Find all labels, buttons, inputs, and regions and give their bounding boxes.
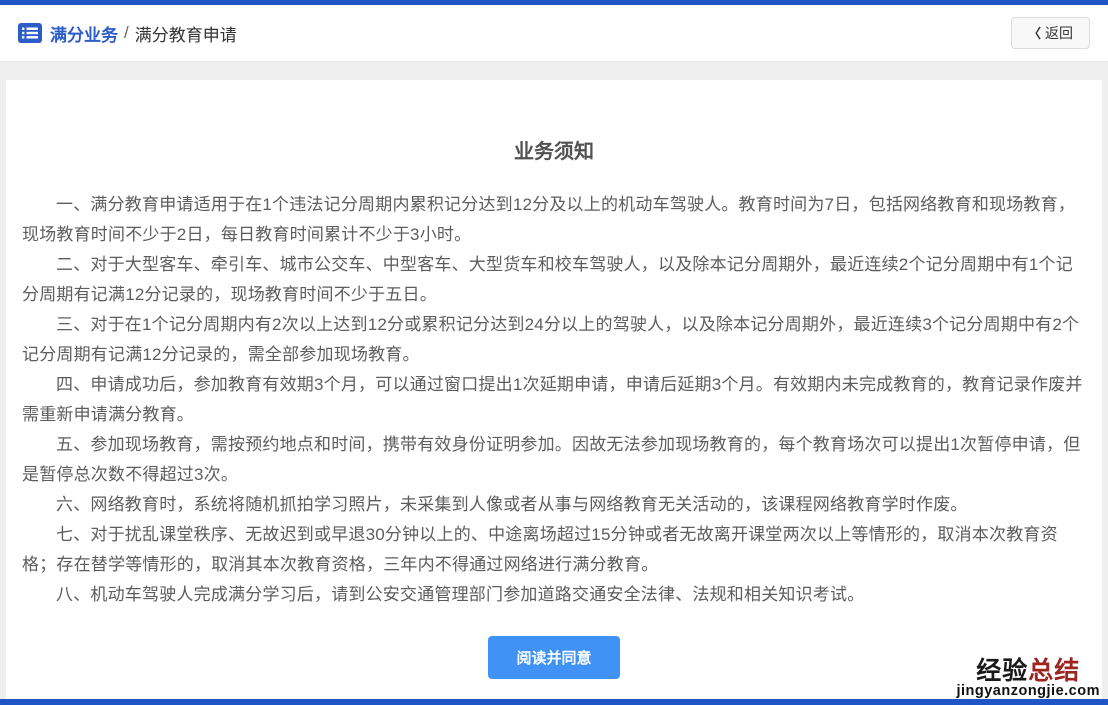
breadcrumb-current-page: 满分教育申请 [135,21,237,46]
chevron-left-icon: 〈 [1028,27,1041,40]
bottom-accent-bar [0,699,1108,705]
watermark-domain: jingyanzongjie.com [956,684,1100,699]
notice-paragraph-6: 六、网络教育时，系统将随机抓拍学习照片，未采集到人像或者从事与网络教育无关活动的… [22,490,1086,520]
read-and-agree-button[interactable]: 阅读并同意 [488,636,619,679]
notice-paragraph-5: 五、参加现场教育，需按预约地点和时间，携带有效身份证明参加。因故无法参加现场教育… [22,430,1086,490]
watermark-cn-red: 总结 [1028,657,1080,685]
notice-paragraph-8: 八、机动车驾驶人完成满分学习后，请到公安交通管理部门参加道路交通安全法律、法规和… [22,580,1086,610]
watermark-chinese: 经验总结 [956,658,1100,684]
page-header: 满分业务 / 满分教育申请 〈 返回 [0,5,1108,62]
notice-paragraph-4: 四、申请成功后，参加教育有效期3个月，可以通过窗口提出1次延期申请，申请后延期3… [22,370,1086,430]
notice-body: 一、满分教育申请适用于在1个违法记分周期内累积记分达到12分及以上的机动车驾驶人… [22,190,1086,610]
watermark: 经验总结 jingyanzongjie.com [956,658,1100,699]
notice-card: 业务须知 一、满分教育申请适用于在1个违法记分周期内累积记分达到12分及以上的机… [6,80,1102,699]
list-icon [18,23,42,43]
back-button[interactable]: 〈 返回 [1011,17,1090,49]
notice-paragraph-7: 七、对于扰乱课堂秩序、无故迟到或早退30分钟以上的、中途离场超过15分钟或者无故… [22,520,1086,580]
back-button-label: 返回 [1045,26,1073,40]
watermark-cn-black: 经验 [976,657,1028,685]
breadcrumb-separator: / [124,23,129,43]
breadcrumb: 满分业务 / 满分教育申请 [18,21,237,46]
notice-paragraph-1: 一、满分教育申请适用于在1个违法记分周期内累积记分达到12分及以上的机动车驾驶人… [22,190,1086,250]
breadcrumb-section[interactable]: 满分业务 [50,21,118,46]
notice-paragraph-3: 三、对于在1个记分周期内有2次以上达到12分或累积记分达到24分以上的驾驶人，以… [22,310,1086,370]
notice-paragraph-2: 二、对于大型客车、牵引车、城市公交车、中型客车、大型货车和校车驾驶人，以及除本记… [22,250,1086,310]
notice-title: 业务须知 [22,135,1086,164]
